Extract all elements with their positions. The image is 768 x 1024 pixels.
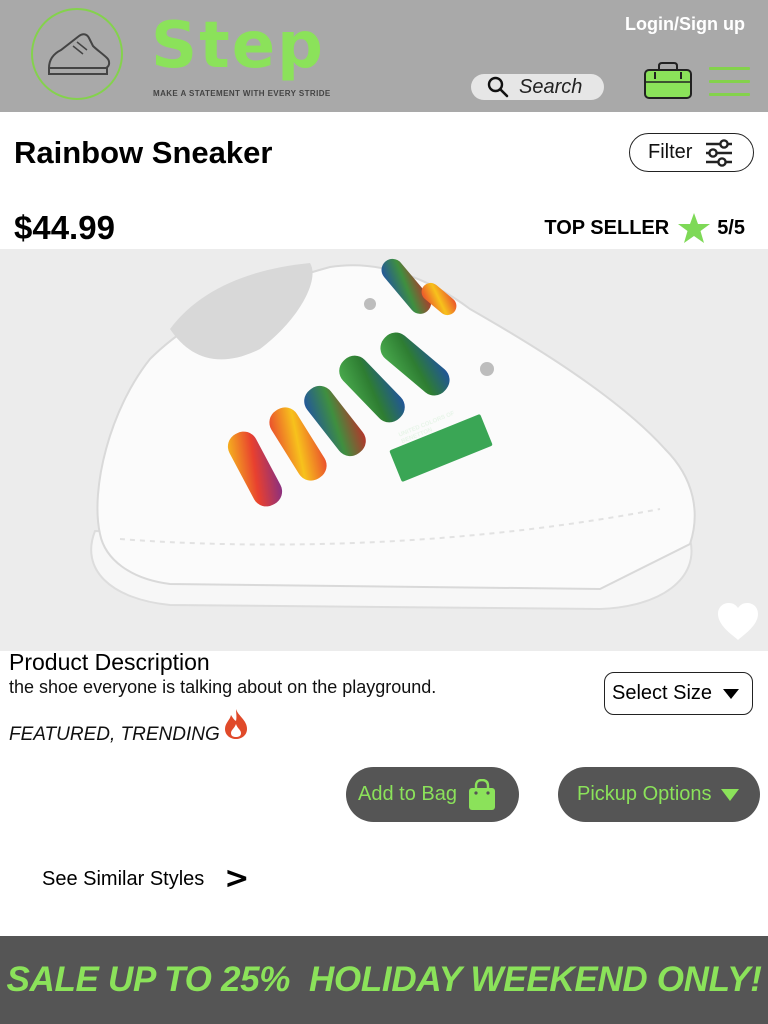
sale-banner-text: SALE UP TO 25% HOLIDAY WEEKEND ONLY! — [6, 960, 762, 999]
shopping-bag-icon[interactable] — [643, 62, 693, 105]
brand-tagline: MAKE A STATEMENT WITH EVERY STRIDE — [153, 89, 331, 98]
size-select-label: Select Size — [612, 682, 713, 704]
site-header: Step MAKE A STATEMENT WITH EVERY STRIDE … — [0, 0, 768, 112]
favorite-heart-icon[interactable] — [716, 602, 760, 642]
see-similar-styles-label: See Similar Styles — [42, 867, 205, 890]
login-signup-link[interactable]: Login/Sign up — [625, 14, 745, 35]
search-icon — [487, 76, 509, 98]
chevron-right-icon: > — [224, 861, 250, 896]
menu-bar — [709, 93, 750, 96]
product-image[interactable]: UNITED COLORS OF BENETTON — [0, 249, 768, 651]
logo[interactable] — [31, 8, 123, 100]
caret-down-icon — [723, 688, 740, 699]
size-select[interactable]: Select Size — [604, 672, 753, 715]
search-input[interactable]: Search — [471, 74, 604, 100]
menu-bar — [709, 67, 750, 70]
top-seller-badge: TOP SELLER 5/5 — [544, 212, 745, 244]
add-to-bag-button[interactable]: Add to Bag — [346, 767, 519, 822]
rating-value: 5/5 — [717, 216, 745, 239]
see-similar-styles-link[interactable]: See Similar Styles > — [42, 864, 249, 894]
product-tags: FEATURED, TRENDING — [9, 724, 220, 745]
sliders-icon — [706, 138, 733, 167]
product-title: Rainbow Sneaker — [14, 135, 273, 170]
brand-name[interactable]: Step — [151, 8, 325, 84]
top-seller-label: TOP SELLER — [544, 216, 670, 239]
pickup-options-label: Pickup Options — [577, 783, 712, 805]
sale-banner[interactable]: SALE UP TO 25% HOLIDAY WEEKEND ONLY! — [0, 936, 768, 1024]
shopping-bag-icon — [468, 778, 495, 810]
menu-bar — [709, 80, 750, 83]
product-price: $44.99 — [14, 209, 115, 246]
caret-down-icon — [720, 788, 739, 801]
rainbow-sneaker-illustration — [90, 258, 696, 611]
sneaker-outline-icon — [47, 33, 111, 75]
filter-label: Filter — [648, 141, 693, 163]
pickup-options-button[interactable]: Pickup Options — [558, 767, 760, 822]
hamburger-menu-icon[interactable] — [709, 67, 750, 106]
search-placeholder: Search — [519, 75, 583, 98]
flame-icon — [225, 709, 247, 739]
filter-button[interactable]: Filter — [629, 133, 754, 172]
star-icon — [678, 213, 711, 243]
description-heading: Product Description — [9, 649, 210, 675]
add-to-bag-label: Add to Bag — [358, 783, 457, 805]
description-text: the shoe everyone is talking about on th… — [9, 677, 437, 697]
